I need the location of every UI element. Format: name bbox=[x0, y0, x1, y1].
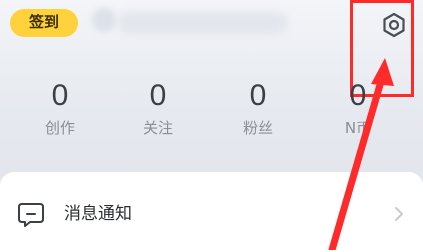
sign-in-button[interactable]: 签到 bbox=[10, 9, 78, 37]
stat-following[interactable]: 0 关注 bbox=[118, 78, 198, 138]
stat-value: 0 bbox=[51, 79, 69, 112]
message-icon bbox=[18, 203, 44, 227]
menu-card: 消息通知 bbox=[0, 172, 423, 252]
username-blurred[interactable] bbox=[118, 12, 288, 34]
stat-value: 0 bbox=[149, 79, 167, 112]
menu-item-label: 消息通知 bbox=[64, 204, 132, 224]
settings-gear-icon bbox=[383, 12, 405, 38]
stat-label: 关注 bbox=[142, 119, 173, 137]
stat-value: 0 bbox=[349, 79, 367, 112]
stat-label: 创作 bbox=[44, 119, 75, 137]
stat-creations[interactable]: 0 创作 bbox=[20, 78, 100, 138]
profile-page: 签到 0 创作 0 关注 0 粉丝 0 N币 消息通知 bbox=[0, 0, 423, 252]
menu-item-notifications[interactable]: 消息通知 bbox=[0, 194, 423, 234]
stat-label: N币 bbox=[344, 119, 372, 137]
chevron-right-icon bbox=[395, 207, 403, 221]
stat-ncoins[interactable]: 0 N币 bbox=[318, 78, 398, 138]
stats-bar: 0 创作 0 关注 0 粉丝 0 N币 bbox=[0, 78, 423, 148]
stat-value: 0 bbox=[249, 79, 267, 112]
stat-followers[interactable]: 0 粉丝 bbox=[218, 78, 298, 138]
settings-button[interactable] bbox=[378, 9, 410, 41]
avatar[interactable] bbox=[92, 8, 116, 32]
stat-label: 粉丝 bbox=[242, 119, 273, 137]
